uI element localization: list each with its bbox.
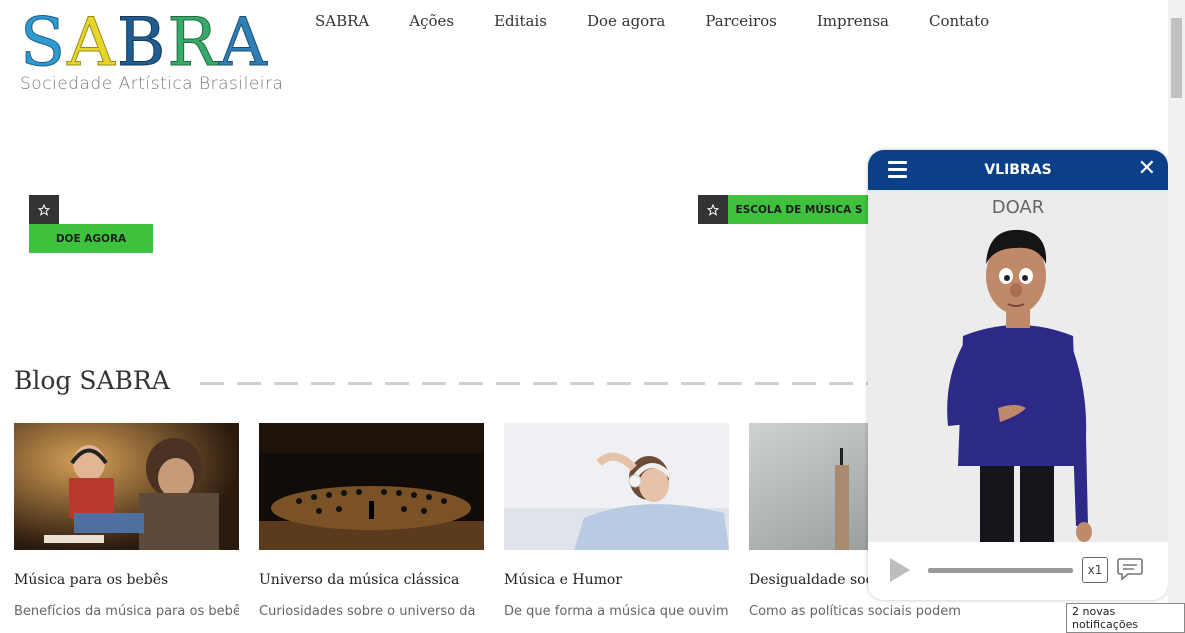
- vlibras-header: VLIBRAS ✕: [868, 150, 1168, 190]
- blog-card-image[interactable]: [14, 423, 239, 550]
- play-icon[interactable]: [890, 558, 910, 582]
- notification-badge[interactable]: 2 novas notificações: [1066, 603, 1185, 633]
- scrollbar-thumb[interactable]: [1171, 18, 1182, 98]
- progress-track[interactable]: [928, 568, 1073, 573]
- title-divider: [200, 382, 870, 385]
- logo-subtitle: Sociedade Artística Brasileira: [20, 74, 284, 94]
- blog-card-excerpt: De que forma a música que ouvimos: [504, 604, 729, 619]
- site-logo[interactable]: SABRA Sociedade Artística Brasileira: [19, 4, 284, 94]
- blog-card-title[interactable]: Música para os bebês: [14, 572, 239, 588]
- nav-item-parceiros[interactable]: Parceiros: [705, 12, 777, 30]
- blog-card-image[interactable]: [504, 423, 729, 550]
- page-scrollbar[interactable]: [1168, 0, 1185, 625]
- close-icon[interactable]: ✕: [1138, 158, 1156, 180]
- logo-letter: R: [167, 4, 220, 81]
- blog-card-excerpt: Como as políticas sociais podem: [749, 604, 961, 619]
- star-icon[interactable]: [698, 195, 728, 224]
- vlibras-avatar: [928, 226, 1108, 546]
- doe-agora-button[interactable]: DOE AGORA: [29, 224, 153, 253]
- blog-card-title[interactable]: Música e Humor: [504, 572, 729, 588]
- blog-card[interactable]: Música e Humor De que forma a música que…: [504, 423, 729, 619]
- logo-letter: B: [116, 4, 168, 81]
- vlibras-title: VLIBRAS: [984, 162, 1052, 178]
- subtitles-icon[interactable]: [1116, 556, 1144, 586]
- nav-item-sabra[interactable]: SABRA: [315, 12, 369, 30]
- nav-item-doe-agora[interactable]: Doe agora: [587, 12, 665, 30]
- main-nav: SABRA Ações Editais Doe agora Parceiros …: [315, 12, 989, 30]
- nav-item-contato[interactable]: Contato: [929, 12, 989, 30]
- vlibras-current-word: DOAR: [991, 197, 1045, 218]
- menu-icon[interactable]: [888, 161, 907, 182]
- blog-card-image[interactable]: [259, 423, 484, 550]
- nav-item-editais[interactable]: Editais: [494, 12, 547, 30]
- nav-item-acoes[interactable]: Ações: [409, 12, 454, 30]
- logo-letter: A: [67, 4, 117, 81]
- blog-card[interactable]: Universo da música clássica Curiosidades…: [259, 423, 484, 619]
- blog-card[interactable]: Música para os bebês Benefícios da músic…: [14, 423, 239, 619]
- blog-title: Blog SABRA: [14, 366, 170, 395]
- escola-musica-button[interactable]: ESCOLA DE MÚSICA S: [728, 195, 870, 224]
- logo-letter: S: [19, 4, 68, 81]
- star-icon[interactable]: [29, 195, 59, 224]
- nav-item-imprensa[interactable]: Imprensa: [817, 12, 889, 30]
- speed-button[interactable]: x1: [1082, 557, 1108, 583]
- vlibras-widget: VLIBRAS ✕ DOAR x1: [868, 150, 1168, 600]
- blog-card-title[interactable]: Universo da música clássica: [259, 572, 484, 588]
- blog-card-excerpt: Curiosidades sobre o universo da: [259, 604, 476, 619]
- logo-wordmark: SABRA: [19, 4, 283, 81]
- vlibras-controls: x1: [868, 542, 1168, 600]
- blog-card-excerpt: Benefícios da música para os bebês: [14, 604, 239, 619]
- logo-letter: A: [219, 4, 269, 81]
